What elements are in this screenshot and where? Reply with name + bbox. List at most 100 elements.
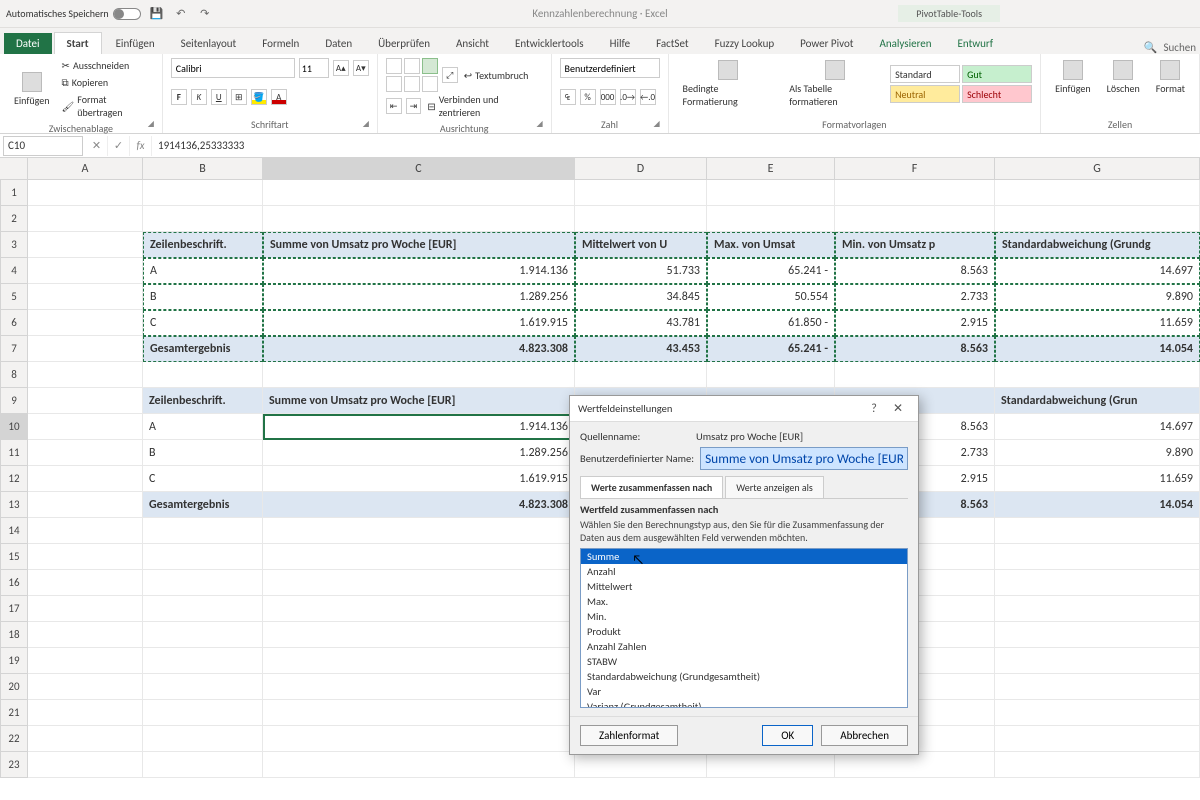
- alignment-grid[interactable]: [386, 58, 438, 92]
- increase-font-icon[interactable]: A▴: [333, 60, 349, 76]
- cell[interactable]: 8.563: [835, 258, 995, 284]
- cell[interactable]: [575, 752, 707, 778]
- cell[interactable]: 1.289.256: [263, 440, 575, 466]
- row-header[interactable]: 2: [0, 206, 28, 232]
- cell[interactable]: [707, 752, 835, 778]
- tab-datei[interactable]: Datei: [4, 33, 52, 54]
- row-header[interactable]: 11: [0, 440, 28, 466]
- cell[interactable]: [263, 180, 575, 206]
- dialog-launcher-icon[interactable]: ◢: [654, 119, 666, 131]
- enter-formula-icon[interactable]: ✓: [108, 136, 130, 156]
- col-header[interactable]: E: [707, 158, 835, 179]
- cell[interactable]: [995, 700, 1200, 726]
- col-header[interactable]: D: [575, 158, 707, 179]
- close-button[interactable]: ✕: [886, 401, 910, 416]
- cell[interactable]: 11.659: [995, 310, 1200, 336]
- wrap-text-button[interactable]: ↩Textumbruch: [462, 68, 531, 83]
- list-item[interactable]: Mittelwert: [581, 579, 907, 594]
- cell[interactable]: 1.914.136: [263, 258, 575, 284]
- list-item[interactable]: Produkt: [581, 624, 907, 639]
- cell[interactable]: [575, 206, 707, 232]
- cell[interactable]: 51.733: [575, 258, 707, 284]
- cell[interactable]: [995, 596, 1200, 622]
- cell[interactable]: [995, 570, 1200, 596]
- cell[interactable]: Summe von Umsatz pro Woche [EUR]: [263, 388, 575, 414]
- custom-name-input[interactable]: [700, 447, 908, 470]
- dialog-launcher-icon[interactable]: ◢: [363, 119, 375, 131]
- list-item[interactable]: Standardabweichung (Grundgesamtheit): [581, 669, 907, 684]
- row-header[interactable]: 1: [0, 180, 28, 206]
- cell[interactable]: [995, 180, 1200, 206]
- cell[interactable]: [575, 180, 707, 206]
- cancel-button[interactable]: Abbrechen: [821, 725, 908, 746]
- cell[interactable]: Min. von Umsatz p: [835, 232, 995, 258]
- cut-button[interactable]: ✂Ausschneiden: [60, 58, 154, 73]
- font-size-select[interactable]: [299, 58, 329, 78]
- cell[interactable]: [143, 622, 263, 648]
- name-box[interactable]: C10: [3, 136, 83, 156]
- row-header[interactable]: 7: [0, 336, 28, 362]
- row-header[interactable]: 10: [0, 414, 28, 440]
- cell[interactable]: 2.915: [835, 310, 995, 336]
- col-header[interactable]: A: [28, 158, 143, 179]
- cell[interactable]: [143, 362, 263, 388]
- cell[interactable]: [995, 752, 1200, 778]
- tab-entwurf[interactable]: Entwurf: [946, 33, 1006, 54]
- cell[interactable]: [263, 726, 575, 752]
- dialog-launcher-icon[interactable]: ◢: [537, 119, 549, 131]
- cell[interactable]: [995, 726, 1200, 752]
- conditional-formatting-button[interactable]: Bedingte Formatierung: [677, 58, 780, 110]
- cell[interactable]: 2.733: [835, 284, 995, 310]
- list-item[interactable]: Summe: [581, 549, 907, 564]
- font-name-select[interactable]: [171, 58, 295, 78]
- copy-button[interactable]: ⧉Kopieren: [60, 75, 154, 90]
- cell[interactable]: 1.914.136: [263, 414, 575, 440]
- bold-button[interactable]: F: [171, 89, 187, 105]
- cell[interactable]: [707, 180, 835, 206]
- cell[interactable]: Standardabweichung (Grun: [995, 388, 1200, 414]
- tab-einfuegen[interactable]: Einfügen: [104, 33, 167, 54]
- increase-indent-icon[interactable]: ⇥: [406, 98, 422, 114]
- fx-icon[interactable]: fx: [130, 136, 152, 156]
- decrease-indent-icon[interactable]: ⇤: [386, 98, 402, 114]
- cell[interactable]: [28, 622, 143, 648]
- row-header[interactable]: 3: [0, 232, 28, 258]
- cell[interactable]: [28, 414, 143, 440]
- cell[interactable]: [263, 206, 575, 232]
- decrease-font-icon[interactable]: A▾: [353, 60, 369, 76]
- cell[interactable]: [143, 648, 263, 674]
- search-box[interactable]: 🔍 Suchen: [1144, 41, 1196, 54]
- cell[interactable]: [263, 674, 575, 700]
- italic-button[interactable]: K: [191, 89, 207, 105]
- tab-seitenlayout[interactable]: Seitenlayout: [169, 33, 249, 54]
- undo-icon[interactable]: ↶: [173, 6, 189, 22]
- col-header[interactable]: F: [835, 158, 995, 179]
- cell[interactable]: [28, 596, 143, 622]
- cell[interactable]: 14.697: [995, 414, 1200, 440]
- redo-icon[interactable]: ↷: [197, 6, 213, 22]
- row-header[interactable]: 15: [0, 544, 28, 570]
- cell[interactable]: [28, 258, 143, 284]
- fill-color-button[interactable]: 🪣: [251, 89, 267, 105]
- ok-button[interactable]: OK: [762, 725, 813, 746]
- cell[interactable]: [28, 466, 143, 492]
- list-item[interactable]: Var: [581, 684, 907, 699]
- tab-factset[interactable]: FactSet: [644, 33, 701, 54]
- cell[interactable]: Summe von Umsatz pro Woche [EUR]: [263, 232, 575, 258]
- increase-decimal-icon[interactable]: .0→: [620, 89, 636, 105]
- cell[interactable]: 14.697: [995, 258, 1200, 284]
- cell[interactable]: C: [143, 466, 263, 492]
- tab-show-values-as[interactable]: Werte anzeigen als: [725, 476, 824, 498]
- cell[interactable]: [143, 674, 263, 700]
- cell[interactable]: [28, 206, 143, 232]
- cell[interactable]: Gesamtergebnis: [143, 492, 263, 518]
- cell[interactable]: Max. von Umsat: [707, 232, 835, 258]
- cell[interactable]: Gesamtergebnis: [143, 336, 263, 362]
- cell[interactable]: [995, 362, 1200, 388]
- tab-ueberpruefen[interactable]: Überprüfen: [366, 33, 442, 54]
- cell[interactable]: 65.241 -: [707, 336, 835, 362]
- list-item[interactable]: Anzahl Zahlen: [581, 639, 907, 654]
- row-header[interactable]: 16: [0, 570, 28, 596]
- cell[interactable]: [28, 492, 143, 518]
- cell[interactable]: [28, 180, 143, 206]
